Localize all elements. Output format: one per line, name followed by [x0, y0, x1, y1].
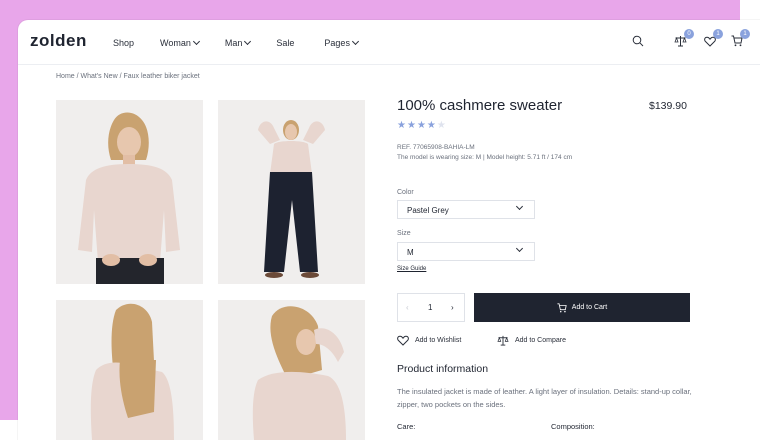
scale-icon	[497, 335, 509, 346]
nav-item-pages[interactable]: Pages	[324, 37, 359, 48]
nav-item-shop[interactable]: Shop	[113, 38, 134, 48]
star-filled-icon: ★	[406, 120, 417, 131]
size-value: M	[407, 248, 414, 257]
wishlist-button[interactable]: 1	[704, 29, 723, 52]
decrement-button[interactable]: ‹	[406, 303, 409, 312]
color-value: Pastel Grey	[407, 206, 449, 215]
color-select[interactable]: Pastel Grey	[397, 200, 535, 219]
chevron-down-icon	[192, 37, 200, 46]
nav-label: Sale	[276, 38, 295, 48]
search-icon[interactable]	[632, 34, 644, 52]
nav-label: Woman	[160, 38, 191, 48]
star-empty-icon: ★	[436, 120, 447, 131]
product-photo-3[interactable]	[56, 300, 203, 440]
nav-item-woman[interactable]: Woman	[160, 37, 200, 48]
product-information-title: Product information	[397, 363, 489, 375]
breadcrumb[interactable]: Home / What's New / Faux leather biker j…	[56, 73, 200, 80]
product-photo-1[interactable]	[56, 100, 203, 284]
quantity-value[interactable]: 1	[428, 303, 432, 312]
add-to-wishlist-link[interactable]: Add to Wishlist	[397, 335, 461, 346]
heart-icon	[397, 335, 409, 346]
add-to-wishlist-label: Add to Wishlist	[415, 337, 462, 344]
add-to-cart-button[interactable]: Add to Cart	[474, 293, 690, 322]
browser-window: zolden Shop Woman Man Sale Pages 0 1 1 H…	[18, 20, 760, 440]
star-filled-icon: ★	[416, 120, 427, 131]
size-guide-link[interactable]: Size Guide	[397, 266, 426, 272]
nav-item-man[interactable]: Man	[224, 37, 252, 48]
product-description: The insulated jacket is made of leather.…	[397, 387, 692, 409]
size-label: Size	[397, 230, 411, 237]
quantity-stepper: ‹ 1 ›	[397, 293, 465, 322]
chevron-down-icon	[515, 202, 524, 211]
compare-button[interactable]: 0	[674, 29, 694, 52]
cart-icon	[557, 302, 567, 312]
model-info: The model is wearing size: M | Model hei…	[397, 154, 573, 161]
add-to-compare-label: Add to Compare	[515, 337, 566, 344]
rating-stars: ★★★★★	[397, 120, 447, 131]
star-filled-icon: ★	[426, 120, 437, 131]
chevron-down-icon	[244, 37, 252, 46]
main-nav: Shop Woman Man Sale Pages	[113, 37, 359, 48]
size-select[interactable]: M	[397, 242, 535, 261]
wishlist-count-badge: 1	[713, 29, 723, 39]
color-label: Color	[397, 189, 414, 196]
product-photo-4[interactable]	[218, 300, 365, 440]
add-to-compare-link[interactable]: Add to Compare	[497, 335, 566, 346]
product-title: 100% cashmere sweater	[397, 97, 563, 114]
cart-count-badge: 1	[740, 29, 750, 39]
product-photo-2[interactable]	[218, 100, 365, 284]
care-label: Care:	[397, 422, 416, 431]
increment-button[interactable]: ›	[451, 303, 454, 312]
product-price: $139.90	[649, 100, 687, 112]
nav-item-sale[interactable]: Sale	[276, 38, 294, 48]
nav-label: Man	[224, 38, 243, 48]
composition-label: Composition:	[551, 422, 595, 431]
logo[interactable]: zolden	[30, 31, 87, 51]
compare-count-badge: 0	[684, 29, 694, 39]
nav-label: Pages	[324, 38, 350, 48]
cart-button[interactable]: 1	[731, 29, 750, 52]
chevron-down-icon	[351, 37, 359, 46]
product-ref: REF. 77065908-BAHIA-LM	[397, 144, 475, 151]
add-to-cart-label: Add to Cart	[571, 304, 608, 311]
nav-label: Shop	[113, 38, 135, 48]
site-header: zolden Shop Woman Man Sale Pages 0 1 1	[18, 20, 760, 65]
chevron-down-icon	[515, 244, 524, 253]
star-filled-icon: ★	[397, 120, 407, 131]
